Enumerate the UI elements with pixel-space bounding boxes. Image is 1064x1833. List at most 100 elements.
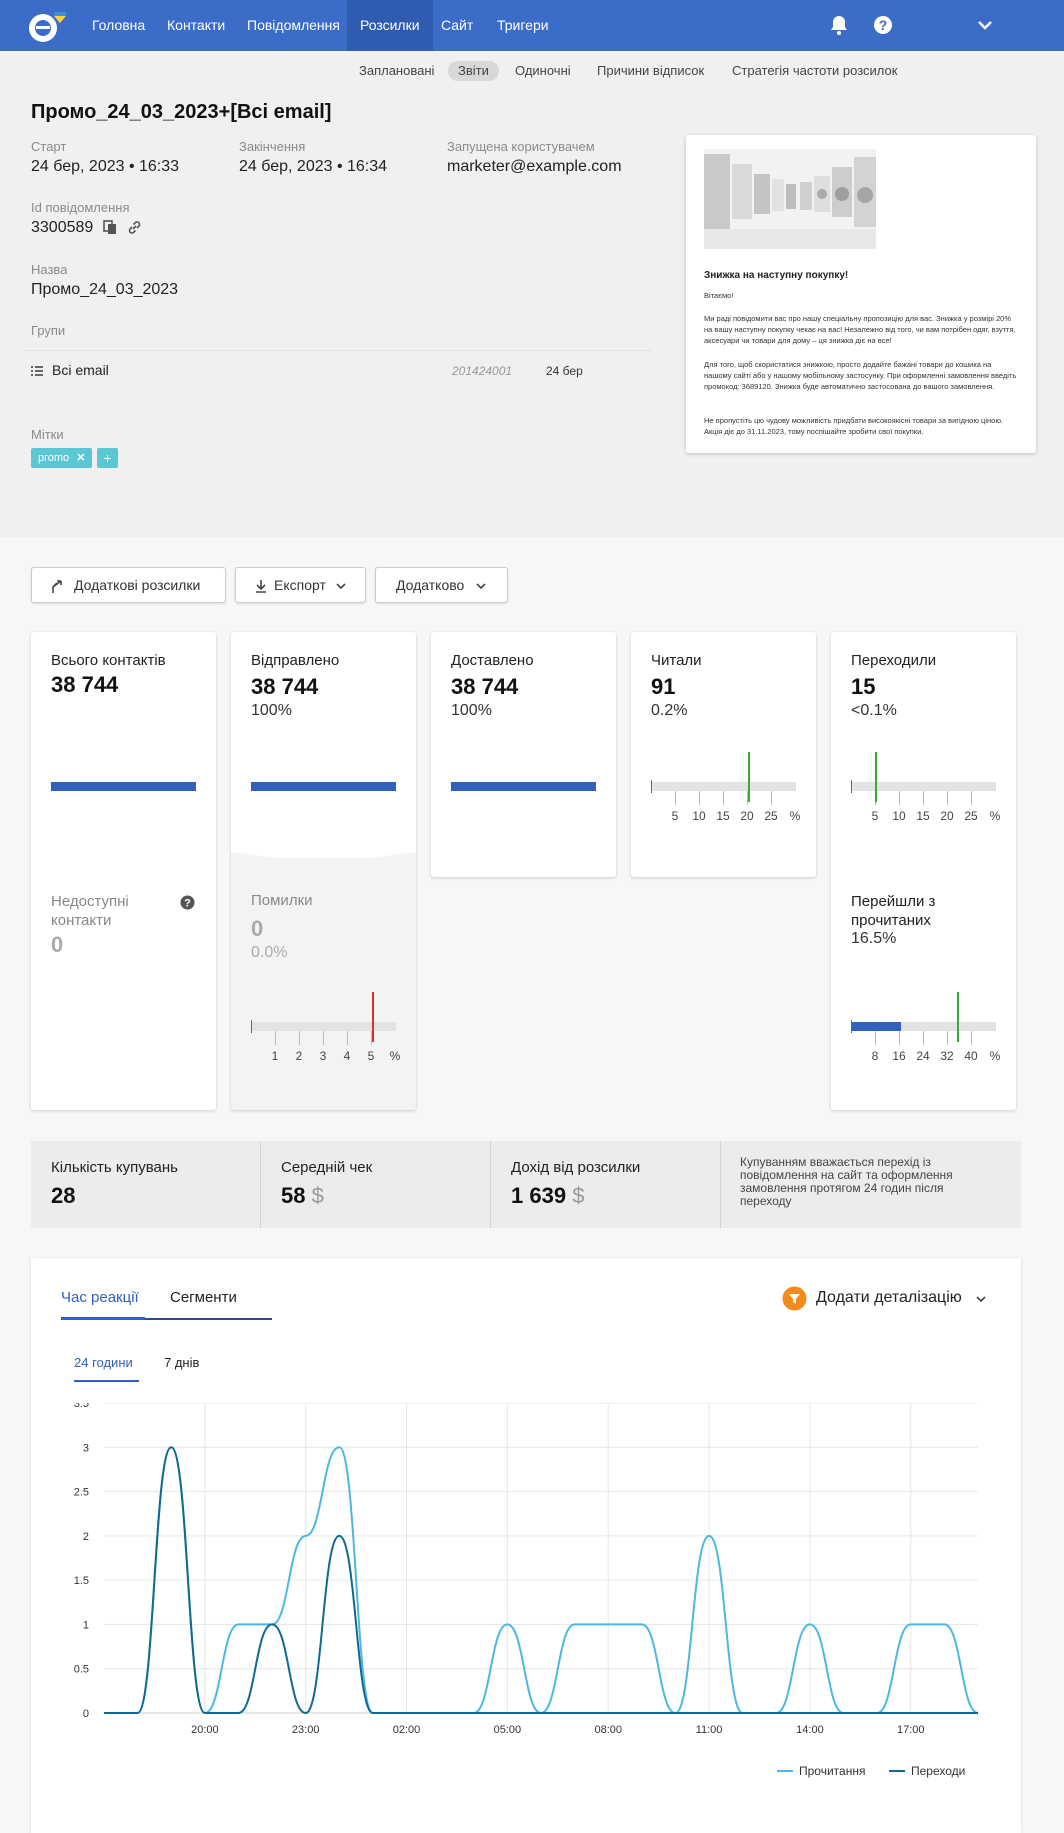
scale-tick-label: 32: [940, 1049, 954, 1063]
add-detail-label: Додати деталізацію: [816, 1289, 962, 1306]
scale-tick: [875, 1031, 876, 1045]
divider: [720, 1141, 721, 1228]
additional-label: Додатково: [396, 577, 465, 593]
currency-symbol: $: [572, 1183, 585, 1208]
read-track: [651, 782, 796, 791]
scale-tick: [723, 791, 724, 805]
email-preview[interactable]: Знижка на наступну покупку! Вітаємо! Ми …: [686, 135, 1036, 453]
group-id: 201424001: [452, 364, 513, 378]
download-icon: [256, 580, 266, 593]
scale-tick: [299, 1031, 300, 1045]
scale-tick-label: 2: [295, 1049, 303, 1063]
start-value: 24 бер, 2023 • 16:33: [31, 158, 180, 175]
errors-track: [251, 1022, 396, 1031]
scale-tick-label: 8: [871, 1049, 879, 1063]
more-mailings-button[interactable]: Додаткові розсилки: [31, 567, 226, 603]
help-icon[interactable]: ?: [871, 13, 895, 37]
scale-tick-label: %: [789, 809, 801, 823]
subnav-frequency-strategy[interactable]: Стратегія частоти розсилок: [722, 61, 907, 81]
scale-tick-label: 25: [764, 809, 778, 823]
scale-tick-label: 10: [892, 809, 906, 823]
y-tick-label: 1: [83, 1619, 89, 1631]
export-label: Експорт: [274, 577, 326, 593]
preview-paragraph-2: Для того, щоб скористатися знижкою, прос…: [704, 360, 1017, 391]
add-tag-button[interactable]: +: [97, 448, 118, 468]
scale-zero-tick: [251, 1020, 252, 1033]
scale-tick-label: 20: [740, 809, 754, 823]
nav-mailings[interactable]: Розсилки: [347, 0, 433, 51]
copy-icon[interactable]: [103, 220, 117, 235]
scale-tick-label: %: [989, 1049, 1001, 1063]
svg-text:?: ?: [879, 17, 888, 33]
total-value: 38 744: [51, 672, 119, 697]
esputnik-logo-icon[interactable]: [26, 8, 66, 44]
tab-segments[interactable]: Сегменти: [170, 1289, 237, 1306]
scale-tick: [347, 1031, 348, 1045]
subnav-single[interactable]: Одиночні: [505, 61, 581, 81]
revenue-value-row: 1 639 $: [511, 1183, 584, 1209]
nav-triggers[interactable]: Тригери: [484, 0, 562, 51]
total-progress-bar: [51, 782, 196, 791]
scale-tick-label: 10: [692, 809, 706, 823]
nav-home[interactable]: Головна: [79, 0, 158, 51]
groups-divider: [22, 350, 652, 351]
link-icon[interactable]: [127, 220, 142, 235]
legend-label: Прочитання: [799, 1764, 865, 1778]
close-icon[interactable]: ✕: [76, 452, 85, 464]
more-mailings-label: Додаткові розсилки: [74, 577, 201, 593]
add-detail-dropdown[interactable]: Додати деталізацію: [782, 1286, 992, 1312]
sent-percent: 100%: [251, 702, 292, 719]
chevron-down-icon: [976, 1296, 986, 1303]
launched-by-value: marketer@example.com: [447, 158, 622, 175]
nav-site[interactable]: Сайт: [428, 0, 486, 51]
scale-tick: [947, 791, 948, 805]
purchases-label: Кількість купувань: [51, 1159, 178, 1176]
scale-zero-tick: [651, 780, 652, 793]
scale-tick-label: 16: [892, 1049, 906, 1063]
subnav-scheduled[interactable]: Заплановані: [349, 61, 444, 81]
target-marker: [747, 752, 750, 802]
read-percent: 0.2%: [651, 702, 688, 719]
y-tick-label: 2: [83, 1531, 89, 1543]
delivered-percent: 100%: [451, 702, 492, 719]
scale-tick: [323, 1031, 324, 1045]
additional-button[interactable]: Додатково: [375, 567, 508, 603]
question-icon[interactable]: ?: [180, 895, 195, 910]
reaction-time-chart[interactable]: 0 0.5 1 1.5 2 2.5 3 3.5 20:00 23:00 02:00 05:00 08:0…: [31, 1403, 1021, 1823]
nav-messages[interactable]: Повідомлення: [234, 0, 353, 51]
clicked-from-read-percent: 16.5%: [851, 930, 897, 947]
subnav-unsubscribe-reasons[interactable]: Причини відписок: [587, 61, 714, 81]
x-tick-label: 02:00: [393, 1724, 421, 1736]
currency-symbol: $: [311, 1183, 324, 1208]
bell-icon[interactable]: [827, 13, 851, 37]
top-navigation: Головна Контакти Повідомлення Розсилки С…: [0, 0, 1064, 51]
name-value: Промо_24_03_2023: [31, 281, 179, 298]
scale-tick: [275, 1031, 276, 1045]
group-name[interactable]: Всі email: [52, 362, 109, 378]
campaign-title: Промо_24_03_2023+[Всі email]: [31, 101, 332, 123]
export-button[interactable]: Експорт: [235, 567, 366, 603]
scale-tick-label: %: [389, 1049, 401, 1063]
scale-tick-label: 24: [916, 1049, 930, 1063]
subtab-7days[interactable]: 7 днів: [164, 1355, 199, 1370]
launched-by-label: Запущена користувачем: [447, 139, 595, 154]
chevron-down-icon[interactable]: [973, 13, 997, 37]
revenue-strip: Кількість купувань 28 Середній чек 58 $ …: [31, 1141, 1021, 1228]
tag-promo[interactable]: promo ✕: [31, 448, 93, 468]
subtab-24h[interactable]: 24 години: [74, 1355, 133, 1370]
sent-label: Відправлено: [251, 652, 340, 669]
subnav-reports[interactable]: Звіти: [448, 61, 499, 81]
scale-tick: [923, 1031, 924, 1045]
target-marker: [875, 752, 878, 802]
svg-text:?: ?: [184, 898, 191, 910]
tab-reaction-time[interactable]: Час реакції: [61, 1289, 139, 1306]
nav-contacts[interactable]: Контакти: [154, 0, 238, 51]
x-tick-label: 20:00: [191, 1724, 219, 1736]
start-label: Старт: [31, 139, 67, 154]
clicked-track: [851, 782, 996, 791]
filter-icon: [782, 1286, 807, 1311]
active-subtab-indicator: [74, 1380, 139, 1382]
x-tick-label: 11:00: [696, 1724, 723, 1736]
reaction-chart-card: Час реакції Сегменти Додати деталізацію …: [31, 1258, 1021, 1833]
preview-paragraph-1: Ми раді повідомити вас про нашу спеціаль…: [704, 314, 1016, 345]
